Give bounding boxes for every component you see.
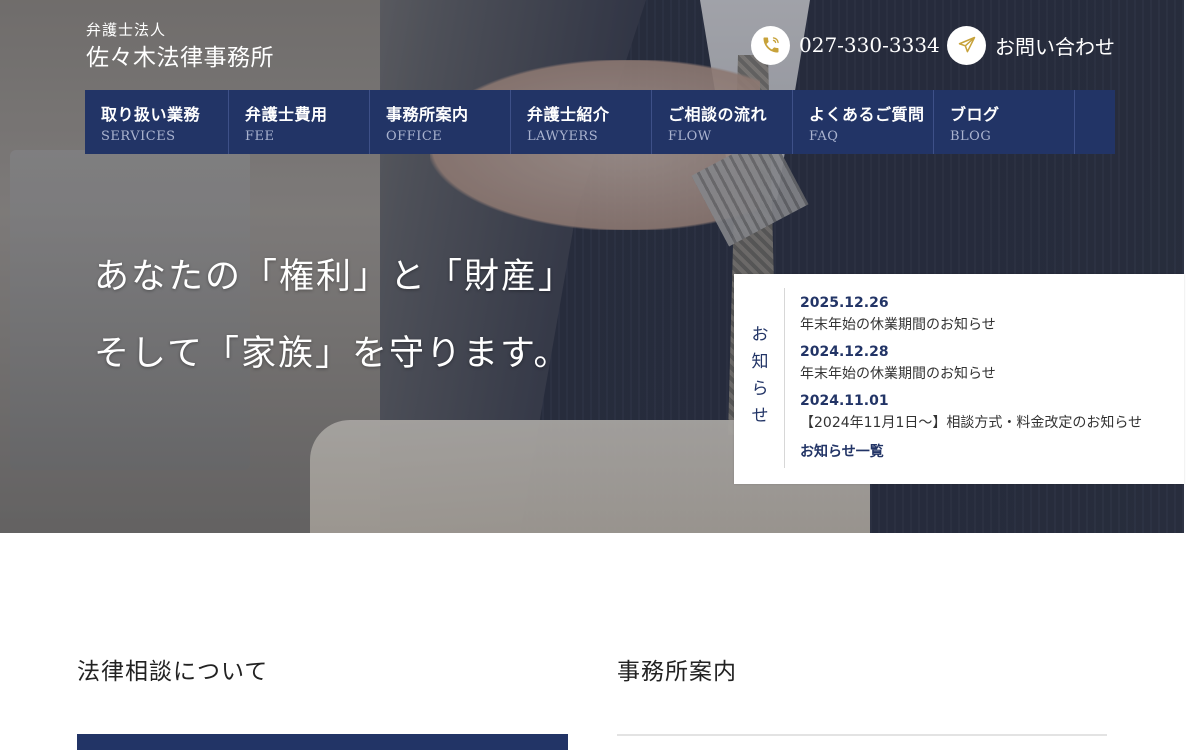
nav-sublabel: BLOG: [950, 129, 992, 144]
nav-item-flow[interactable]: ご相談の流れ FLOW: [652, 90, 793, 154]
news-item-link[interactable]: 年末年始の休業期間のお知らせ: [800, 363, 1142, 390]
nav-sublabel: FLOW: [668, 129, 712, 144]
news-item-link[interactable]: 年末年始の休業期間のお知らせ: [800, 314, 1142, 341]
nav-sublabel: OFFICE: [386, 129, 443, 144]
nav-item-blog[interactable]: ブログ BLOG: [934, 90, 1075, 154]
nav-label: 取り扱い業務: [101, 105, 201, 124]
nav-item-office[interactable]: 事務所案内 OFFICE: [370, 90, 511, 154]
nav-label: 弁護士費用: [245, 105, 328, 124]
nav-item-services[interactable]: 取り扱い業務 SERVICES: [85, 90, 229, 154]
news-date: 2024.11.01: [800, 393, 889, 409]
news-item-link[interactable]: 【2024年11月1日〜】相談方式・料金改定のお知らせ: [800, 412, 1142, 439]
paper-plane-icon: [947, 25, 986, 65]
consultation-heading: 法律相談について: [77, 659, 269, 685]
news-list-link[interactable]: お知らせ一覧: [800, 441, 884, 461]
nav-item-fee[interactable]: 弁護士費用 FEE: [229, 90, 370, 154]
contact-label: お問い合わせ: [995, 34, 1115, 59]
news-date: 2024.12.28: [800, 344, 889, 360]
global-nav: 取り扱い業務 SERVICES 弁護士費用 FEE 事務所案内 OFFICE 弁…: [85, 90, 1115, 154]
brand-subtitle: 弁護士法人: [86, 21, 167, 39]
news-panel: お知らせ 2025.12.26 年末年始の休業期間のお知らせ 2024.12.2…: [734, 274, 1184, 484]
hero-tagline-line2: そして「家族」を守ります。: [94, 334, 571, 374]
news-list: 2025.12.26 年末年始の休業期間のお知らせ 2024.12.28 年末年…: [800, 292, 1142, 439]
nav-item-lawyers[interactable]: 弁護士紹介 LAWYERS: [511, 90, 652, 154]
news-title: お知らせ: [751, 325, 769, 426]
consultation-banner[interactable]: [77, 734, 568, 750]
contact-link[interactable]: お問い合わせ: [947, 25, 1115, 65]
nav-label: 事務所案内: [386, 105, 469, 124]
nav-label: ブログ: [950, 105, 1000, 124]
office-heading: 事務所案内: [617, 659, 737, 685]
office-divider: [617, 734, 1107, 736]
nav-sublabel: SERVICES: [101, 129, 176, 144]
nav-item-faq[interactable]: よくあるご質問 FAQ: [793, 90, 934, 154]
nav-sublabel: LAWYERS: [527, 129, 599, 144]
nav-label: よくあるご質問: [809, 105, 925, 124]
phone-number: 027-330-3334: [799, 33, 940, 57]
nav-sublabel: FEE: [245, 129, 275, 144]
phone-link[interactable]: 027-330-3334: [751, 25, 940, 65]
news-divider: [784, 288, 785, 468]
hero-tagline-line1: あなたの「権利」と「財産」: [94, 257, 576, 297]
brand-logo[interactable]: 佐々木法律事務所: [86, 38, 274, 72]
phone-icon: [751, 25, 790, 65]
nav-label: ご相談の流れ: [668, 105, 768, 124]
nav-sublabel: FAQ: [809, 129, 839, 144]
news-date: 2025.12.26: [800, 295, 889, 311]
nav-label: 弁護士紹介: [527, 105, 610, 124]
